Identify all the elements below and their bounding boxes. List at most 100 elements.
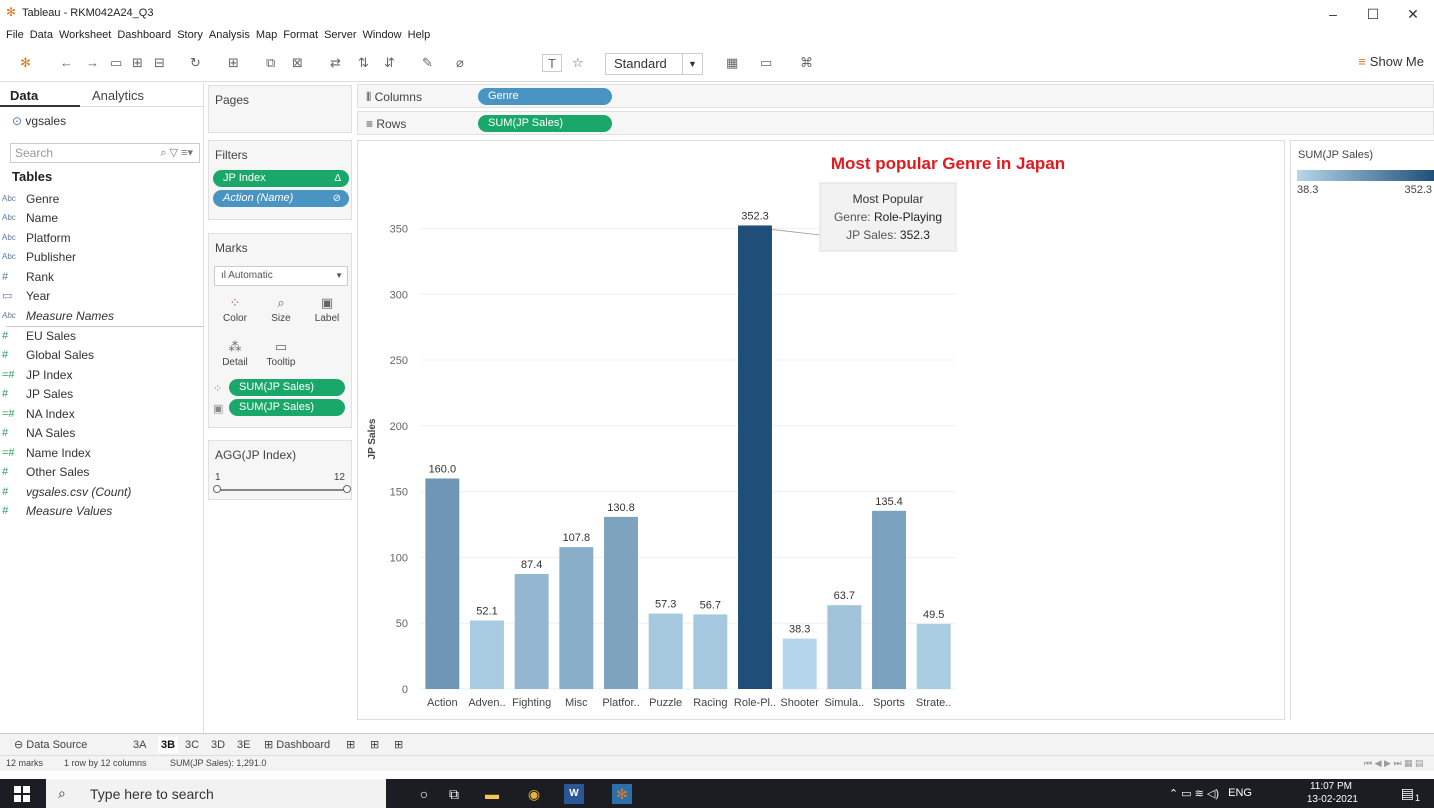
field-year[interactable]: ▭ Year bbox=[2, 287, 50, 305]
label-button[interactable]: ▣ Label bbox=[307, 291, 347, 331]
task-view-icon[interactable]: ⧉ bbox=[444, 784, 464, 804]
taskbar-search-box[interactable]: ⌕ Type here to search bbox=[46, 779, 386, 808]
filters-card[interactable]: Filters JP Index Δ Action (Name) ⊘ bbox=[208, 140, 352, 220]
data-source-tab[interactable]: ⊖ Data Source bbox=[14, 737, 87, 753]
share-icon[interactable]: ⌘ bbox=[800, 54, 813, 72]
chrome-icon[interactable]: ◉ bbox=[524, 784, 544, 804]
refresh-icon[interactable]: ↻ bbox=[190, 54, 201, 72]
pages-card[interactable]: Pages bbox=[208, 85, 352, 133]
menu-story[interactable]: Story bbox=[177, 26, 203, 44]
color-legend[interactable]: SUM(JP Sales) 38.3 352.3 bbox=[1290, 140, 1434, 720]
duplicate-icon[interactable]: ⧉ bbox=[266, 54, 275, 72]
field-name[interactable]: Abc Name bbox=[2, 209, 58, 227]
menu-map[interactable]: Map bbox=[256, 26, 277, 44]
new-sheet-icon[interactable]: ⊞ bbox=[228, 54, 239, 72]
cards-icon[interactable]: ▦ bbox=[726, 54, 738, 72]
notification-icon[interactable]: ▤ bbox=[1401, 785, 1414, 802]
cortana-icon[interactable]: ○ bbox=[414, 784, 434, 804]
group-icon[interactable]: ⌀ bbox=[456, 54, 464, 72]
range-slider[interactable] bbox=[217, 489, 347, 491]
field-rank[interactable]: # Rank bbox=[2, 268, 54, 286]
field-eu-sales[interactable]: # EU Sales bbox=[2, 327, 76, 345]
filter-pill-action-name[interactable]: Action (Name) ⊘ bbox=[213, 190, 349, 207]
presentation-icon[interactable]: ▭ bbox=[760, 54, 772, 72]
chart-view[interactable]: Most popular Genre in Japan 0 50 100 150 200 2… bbox=[357, 140, 1285, 720]
menu-dashboard[interactable]: Dashboard bbox=[117, 26, 171, 44]
field-genre[interactable]: Abc Genre bbox=[2, 190, 59, 208]
field-jp-index[interactable]: =# JP Index bbox=[2, 366, 72, 384]
menu-window[interactable]: Window bbox=[363, 26, 402, 44]
word-icon[interactable]: W bbox=[564, 784, 584, 804]
new-worksheet-icon[interactable]: ⊟ bbox=[154, 54, 165, 72]
windows-start-icon[interactable] bbox=[14, 786, 30, 802]
menu-help[interactable]: Help bbox=[408, 26, 431, 44]
tab-dashboard[interactable]: ⊞ Dashboard bbox=[264, 737, 330, 753]
marks-pill-color[interactable]: SUM(JP Sales) bbox=[229, 379, 345, 396]
field-na-sales[interactable]: # NA Sales bbox=[2, 424, 75, 442]
tableau-taskbar-icon[interactable]: ✻ bbox=[612, 784, 632, 804]
field-measure-names[interactable]: Abc Measure Names bbox=[2, 307, 114, 325]
close-button[interactable]: ✕ bbox=[1398, 4, 1428, 24]
tab-3b[interactable]: 3B bbox=[158, 737, 179, 753]
field-vgsales-count[interactable]: # vgsales.csv (Count) bbox=[2, 483, 131, 501]
undo-icon[interactable]: ← bbox=[60, 54, 73, 72]
tab-3c[interactable]: 3C bbox=[185, 737, 199, 753]
pin-icon[interactable]: ☆ bbox=[572, 54, 584, 72]
slider-handle-max[interactable] bbox=[343, 485, 351, 493]
color-button[interactable]: ⁘ Color bbox=[215, 291, 255, 331]
maximize-button[interactable]: ☐ bbox=[1358, 4, 1388, 24]
columns-pill-genre[interactable]: Genre bbox=[478, 88, 612, 105]
clock-date[interactable]: 13-02-2021 bbox=[1307, 794, 1358, 805]
new-dashboard-tab-icon[interactable]: ⊞ bbox=[370, 737, 379, 753]
field-publisher[interactable]: Abc Publisher bbox=[2, 248, 76, 266]
field-na-index[interactable]: =# NA Index bbox=[2, 405, 75, 423]
show-labels-icon[interactable]: T bbox=[542, 54, 562, 72]
columns-shelf[interactable]: ⦀ Columns Genre bbox=[357, 84, 1434, 108]
field-jp-sales[interactable]: # JP Sales bbox=[2, 385, 73, 403]
tableau-home-icon[interactable]: ✻ bbox=[20, 54, 31, 72]
field-measure-values[interactable]: # Measure Values bbox=[2, 502, 112, 520]
sort-ascending-icon[interactable]: ⇅ bbox=[358, 54, 369, 72]
size-button[interactable]: ⌕ Size bbox=[261, 291, 301, 331]
rows-pill-jp-sales[interactable]: SUM(JP Sales) bbox=[478, 115, 612, 132]
filter-pill-jp-index[interactable]: JP Index Δ bbox=[213, 170, 349, 187]
field-global-sales[interactable]: # Global Sales bbox=[2, 346, 94, 364]
menu-analysis[interactable]: Analysis bbox=[209, 26, 250, 44]
tab-3a[interactable]: 3A bbox=[133, 737, 146, 753]
sort-descending-icon[interactable]: ⇵ bbox=[384, 54, 395, 72]
new-datasource-icon[interactable]: ⊞ bbox=[132, 54, 143, 72]
sheet-nav-icons[interactable]: ⏮ ◀ ▶ ⏭ ▦ ▤ bbox=[1364, 758, 1424, 769]
clear-sheet-icon[interactable]: ⊠ bbox=[292, 54, 303, 72]
field-search-input[interactable]: Search ⌕ ▽ ≡▾ bbox=[10, 143, 200, 163]
tooltip-button[interactable]: ▭ Tooltip bbox=[261, 335, 301, 375]
tab-data[interactable]: Data bbox=[10, 88, 38, 103]
language-indicator[interactable]: ENG bbox=[1228, 787, 1252, 799]
new-worksheet-tab-icon[interactable]: ⊞ bbox=[346, 737, 355, 753]
field-other-sales[interactable]: # Other Sales bbox=[2, 463, 89, 481]
field-platform[interactable]: Abc Platform bbox=[2, 229, 71, 247]
menu-data[interactable]: Data bbox=[30, 26, 53, 44]
detail-button[interactable]: ⁂ Detail bbox=[215, 335, 255, 375]
redo-icon[interactable]: → bbox=[86, 54, 99, 72]
menu-worksheet[interactable]: Worksheet bbox=[59, 26, 111, 44]
tray-icons[interactable]: ⌃ ▭ ≋ ◁) bbox=[1169, 787, 1219, 800]
fit-select[interactable]: Standard ▼ bbox=[605, 53, 703, 75]
minimize-button[interactable]: – bbox=[1318, 4, 1348, 24]
tab-analytics[interactable]: Analytics bbox=[92, 88, 144, 103]
rows-shelf[interactable]: ≡ Rows SUM(JP Sales) bbox=[357, 111, 1434, 135]
slider-handle-min[interactable] bbox=[213, 485, 221, 493]
marks-pill-label[interactable]: SUM(JP Sales) bbox=[229, 399, 345, 416]
tab-3e[interactable]: 3E bbox=[237, 737, 250, 753]
tab-3d[interactable]: 3D bbox=[211, 737, 225, 753]
mark-type-select[interactable]: ıl Automatic ▼ bbox=[214, 266, 348, 286]
new-story-tab-icon[interactable]: ⊞ bbox=[394, 737, 403, 753]
menu-server[interactable]: Server bbox=[324, 26, 356, 44]
show-me-button[interactable]: ≡ Show Me bbox=[1358, 54, 1424, 69]
clock-time[interactable]: 11:07 PM bbox=[1310, 781, 1352, 792]
highlight-icon[interactable]: ✎ bbox=[422, 54, 433, 72]
field-name-index[interactable]: =# Name Index bbox=[2, 444, 91, 462]
file-explorer-icon[interactable]: ▬ bbox=[482, 784, 502, 804]
menu-format[interactable]: Format bbox=[283, 26, 318, 44]
datasource-item[interactable]: ⊙ vgsales bbox=[12, 114, 66, 128]
save-icon[interactable]: ▭ bbox=[110, 54, 122, 72]
